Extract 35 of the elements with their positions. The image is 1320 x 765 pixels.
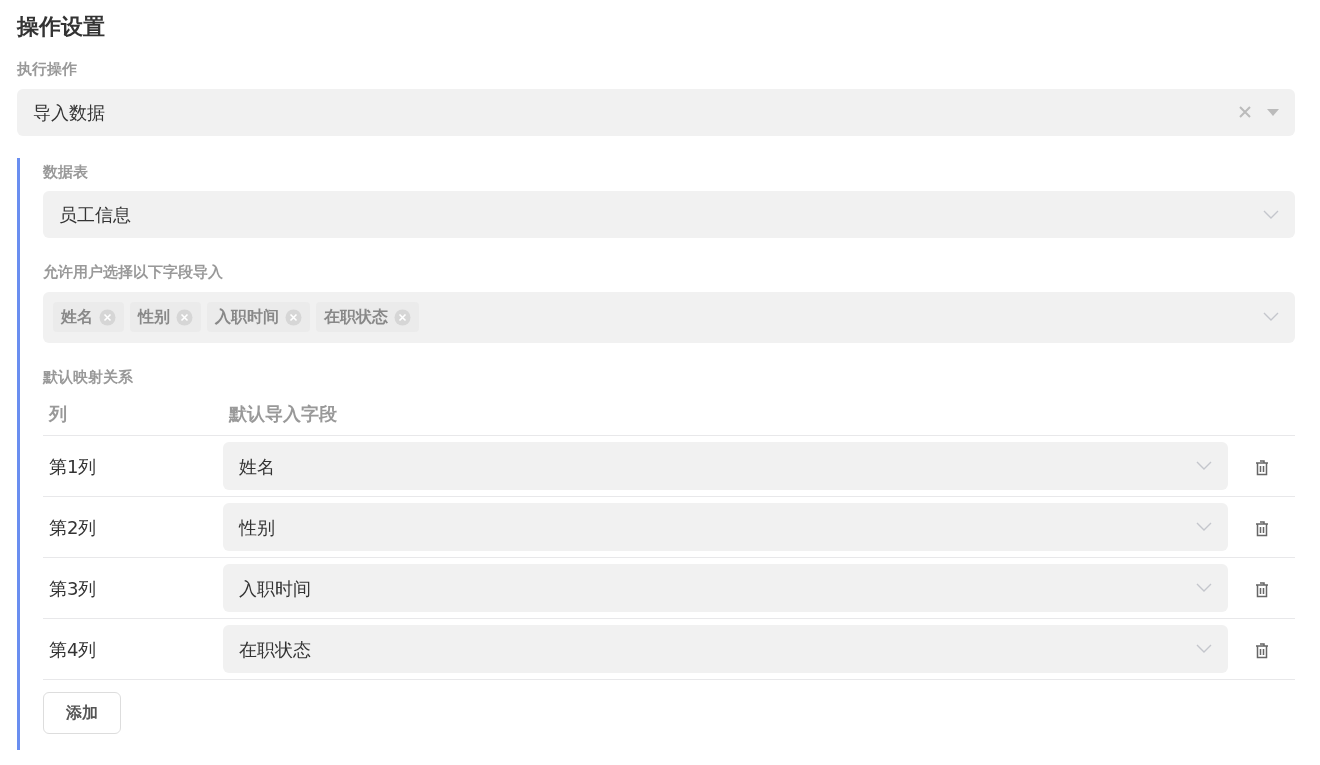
remove-icon: [99, 308, 116, 326]
chevron-down-icon: [1196, 644, 1212, 654]
field-label: 数据表: [43, 161, 88, 183]
field-select[interactable]: 姓名: [223, 442, 1228, 490]
caret-down-icon: [1267, 108, 1279, 116]
field-select-value: 姓名: [239, 454, 276, 479]
remove-icon: [176, 308, 193, 326]
delete-button[interactable]: [1254, 581, 1269, 598]
remove-icon: [285, 308, 302, 326]
table-select-value: 员工信息: [59, 203, 132, 227]
field-select-value: 性别: [239, 515, 276, 540]
column-header: 默认导入字段: [223, 392, 1228, 436]
chevron-down-icon: [1196, 583, 1212, 593]
section-title: 操作设置: [17, 13, 106, 41]
field-select[interactable]: 在职状态: [223, 625, 1228, 673]
field-select-value: 入职时间: [239, 576, 312, 601]
field-label: 默认映射关系: [43, 366, 133, 388]
field-select[interactable]: 入职时间: [223, 564, 1228, 612]
action-select-value: 导入数据: [33, 100, 106, 125]
action-select[interactable]: 导入数据: [17, 88, 1295, 136]
table-select[interactable]: 员工信息: [43, 191, 1295, 238]
column-header: 列: [43, 392, 223, 436]
field-select[interactable]: 性别: [223, 503, 1228, 551]
remove-icon: [394, 308, 411, 326]
field-label: 允许用户选择以下字段导入: [43, 262, 223, 283]
chevron-down-icon: [1196, 522, 1212, 532]
chevron-down-icon: [1263, 312, 1279, 322]
delete-button[interactable]: [1254, 459, 1269, 476]
add-button[interactable]: 添加: [43, 692, 121, 734]
field-select-value: 在职状态: [239, 637, 312, 662]
chevron-down-icon: [1263, 209, 1279, 220]
delete-button[interactable]: [1254, 520, 1269, 537]
delete-button[interactable]: [1254, 642, 1269, 659]
field-label: 执行操作: [17, 59, 77, 80]
chevron-down-icon: [1196, 461, 1212, 471]
